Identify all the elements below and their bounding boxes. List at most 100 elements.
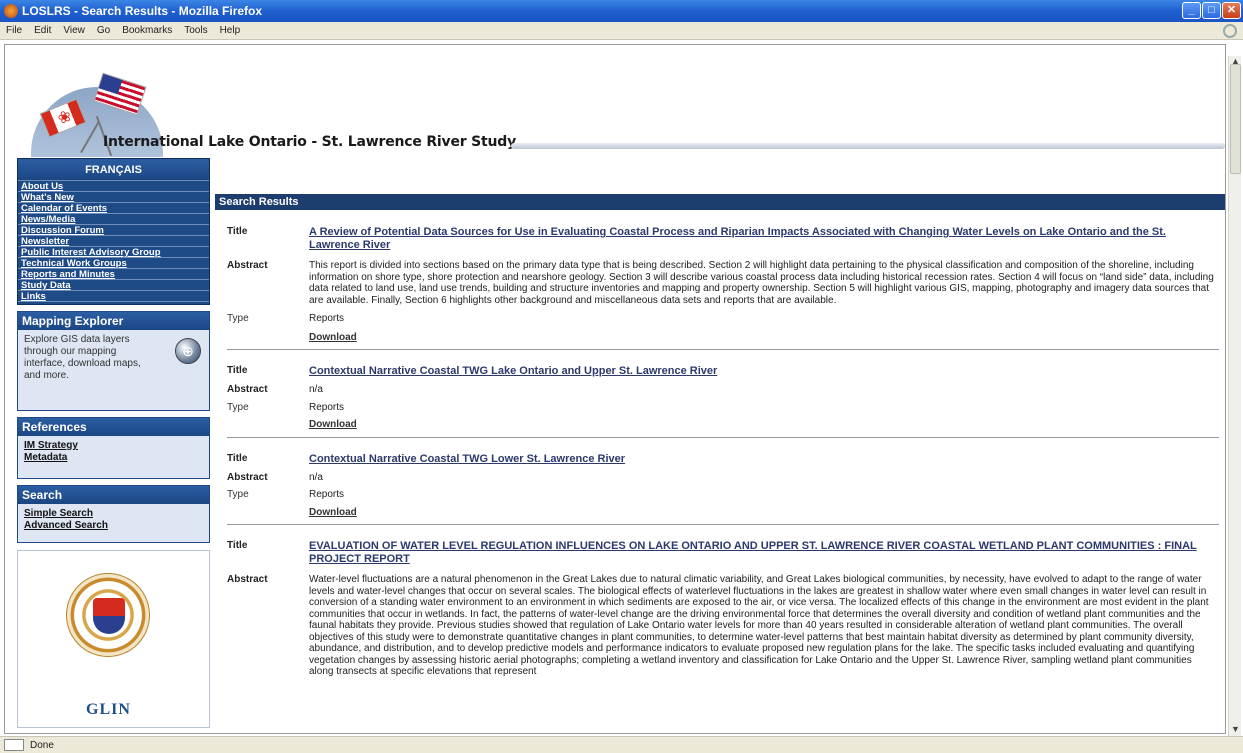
mapping-body: Explore GIS data layers through our mapp… bbox=[18, 330, 209, 410]
references-heading: References bbox=[18, 418, 209, 436]
title-label: Title bbox=[227, 540, 248, 551]
title-row: Title Contextual Narrative Coastal TWG L… bbox=[227, 365, 1219, 378]
page-viewport: International Lake Ontario - St. Lawrenc… bbox=[4, 44, 1226, 734]
mapping-heading: Mapping Explorer bbox=[18, 312, 209, 330]
menu-tools[interactable]: Tools bbox=[184, 25, 207, 36]
logo-box: GLIN bbox=[17, 550, 210, 728]
mapping-text[interactable]: Explore GIS data layers through our mapp… bbox=[24, 334, 159, 382]
nav-list: About Us What's New Calendar of Events N… bbox=[18, 181, 209, 302]
nav-newsletter[interactable]: Newsletter bbox=[18, 236, 209, 247]
abstract-row: Abstract Water-level fluctuations are a … bbox=[227, 574, 1219, 678]
results-list: Title A Review of Potential Data Sources… bbox=[227, 211, 1219, 684]
study-title: International Lake Ontario - St. Lawrenc… bbox=[103, 134, 517, 150]
result-item: Title EVALUATION OF WATER LEVEL REGULATI… bbox=[227, 525, 1219, 684]
result-type: Reports bbox=[309, 313, 345, 324]
ijc-seal-logo[interactable] bbox=[66, 573, 150, 657]
result-abstract: n/a bbox=[309, 471, 323, 483]
connection-icon bbox=[4, 739, 24, 751]
result-type: Reports bbox=[309, 401, 345, 413]
references-body: IM Strategy Metadata bbox=[18, 436, 209, 478]
result-title-link[interactable]: Contextual Narrative Coastal TWG Lower S… bbox=[309, 453, 625, 465]
references-panel: References IM Strategy Metadata bbox=[17, 417, 210, 479]
menu-bar: File Edit View Go Bookmarks Tools Help bbox=[0, 22, 1243, 40]
close-button[interactable]: ✕ bbox=[1222, 2, 1241, 19]
nav-links[interactable]: Links bbox=[18, 291, 209, 302]
nav-news-media[interactable]: News/Media bbox=[18, 214, 209, 225]
title-label: Title bbox=[227, 452, 248, 464]
maximize-button[interactable]: □ bbox=[1202, 2, 1221, 19]
left-sidebar: FRANÇAIS About Us What's New Calendar of… bbox=[17, 158, 210, 728]
download-row: Download bbox=[227, 507, 1219, 519]
nav-calendar[interactable]: Calendar of Events bbox=[18, 203, 209, 214]
menu-bookmarks[interactable]: Bookmarks bbox=[122, 25, 172, 36]
glin-logo[interactable]: GLIN bbox=[86, 701, 131, 719]
globe-icon[interactable]: ⊕ bbox=[175, 338, 201, 364]
link-im-strategy[interactable]: IM Strategy bbox=[24, 440, 203, 452]
download-row: Download bbox=[227, 332, 1219, 344]
status-bar: Done bbox=[0, 736, 1243, 753]
title-row: Title Contextual Narrative Coastal TWG L… bbox=[227, 453, 1219, 466]
title-row: Title EVALUATION OF WATER LEVEL REGULATI… bbox=[227, 540, 1219, 566]
abstract-label: Abstract bbox=[227, 574, 268, 585]
result-type: Reports bbox=[309, 489, 345, 500]
result-item: Title A Review of Potential Data Sources… bbox=[227, 211, 1219, 350]
minimize-button[interactable]: _ bbox=[1182, 2, 1201, 19]
abstract-row: Abstract This report is divided into sec… bbox=[227, 260, 1219, 306]
seal-shield bbox=[93, 598, 125, 634]
firefox-icon bbox=[4, 4, 18, 18]
lang-link[interactable]: FRANÇAIS bbox=[18, 159, 209, 181]
link-metadata[interactable]: Metadata bbox=[24, 452, 203, 464]
menu-view[interactable]: View bbox=[63, 25, 85, 36]
nav-study-data[interactable]: Study Data bbox=[18, 280, 209, 291]
result-title-link[interactable]: A Review of Potential Data Sources for U… bbox=[309, 226, 1166, 251]
result-title-link[interactable]: Contextual Narrative Coastal TWG Lake On… bbox=[309, 365, 717, 377]
abstract-label: Abstract bbox=[227, 260, 268, 271]
abstract-row: Abstract n/a bbox=[227, 472, 1219, 484]
abstract-label: Abstract bbox=[227, 384, 268, 395]
download-link[interactable]: Download bbox=[309, 419, 357, 430]
abstract-row: Abstract n/a bbox=[227, 384, 1219, 396]
nav-whats-new[interactable]: What's New bbox=[18, 192, 209, 203]
title-rule bbox=[511, 143, 1225, 149]
link-simple-search[interactable]: Simple Search bbox=[24, 508, 203, 520]
result-item: Title Contextual Narrative Coastal TWG L… bbox=[227, 438, 1219, 525]
title-label: Title bbox=[227, 365, 248, 376]
menu-help[interactable]: Help bbox=[220, 25, 241, 36]
nav-reports-minutes[interactable]: Reports and Minutes bbox=[18, 269, 209, 280]
type-row: Type Reports bbox=[227, 313, 1219, 325]
abstract-label: Abstract bbox=[227, 471, 268, 483]
title-row: Title A Review of Potential Data Sources… bbox=[227, 226, 1219, 252]
result-abstract: Water-level fluctuations are a natural p… bbox=[309, 574, 1209, 677]
search-body: Simple Search Advanced Search bbox=[18, 504, 209, 542]
title-label: Title bbox=[227, 226, 248, 237]
menu-edit[interactable]: Edit bbox=[34, 25, 51, 36]
nav-piag[interactable]: Public Interest Advisory Group bbox=[18, 247, 209, 258]
menu-go[interactable]: Go bbox=[97, 25, 110, 36]
result-item: Title Contextual Narrative Coastal TWG L… bbox=[227, 350, 1219, 438]
nav-about-us[interactable]: About Us bbox=[18, 181, 209, 192]
menu-file[interactable]: File bbox=[6, 25, 22, 36]
main-nav: FRANÇAIS About Us What's New Calendar of… bbox=[17, 158, 210, 305]
vertical-scrollbar[interactable]: ▲ ▼ bbox=[1228, 56, 1241, 736]
result-abstract: n/a bbox=[309, 384, 323, 395]
download-row: Download bbox=[227, 419, 1219, 431]
scroll-down-icon[interactable]: ▼ bbox=[1229, 724, 1242, 736]
result-abstract: This report is divided into sections bas… bbox=[309, 260, 1214, 306]
nav-discussion-forum[interactable]: Discussion Forum bbox=[18, 225, 209, 236]
window-controls: _ □ ✕ bbox=[1182, 2, 1241, 19]
search-panel: Search Simple Search Advanced Search bbox=[17, 485, 210, 543]
scroll-thumb[interactable] bbox=[1230, 64, 1241, 174]
nav-twg[interactable]: Technical Work Groups bbox=[18, 258, 209, 269]
status-text: Done bbox=[30, 739, 54, 751]
site-banner: International Lake Ontario - St. Lawrenc… bbox=[13, 59, 1225, 159]
download-link[interactable]: Download bbox=[309, 507, 357, 518]
window-title: LOSLRS - Search Results - Mozilla Firefo… bbox=[22, 4, 263, 18]
type-row: Type Reports bbox=[227, 402, 1219, 414]
link-advanced-search[interactable]: Advanced Search bbox=[24, 520, 203, 532]
type-label: Type bbox=[227, 313, 249, 324]
window-titlebar: LOSLRS - Search Results - Mozilla Firefo… bbox=[0, 0, 1243, 22]
result-title-link[interactable]: EVALUATION OF WATER LEVEL REGULATION INF… bbox=[309, 540, 1197, 565]
search-heading: Search bbox=[18, 486, 209, 504]
type-label: Type bbox=[227, 489, 249, 500]
download-link[interactable]: Download bbox=[309, 332, 357, 343]
